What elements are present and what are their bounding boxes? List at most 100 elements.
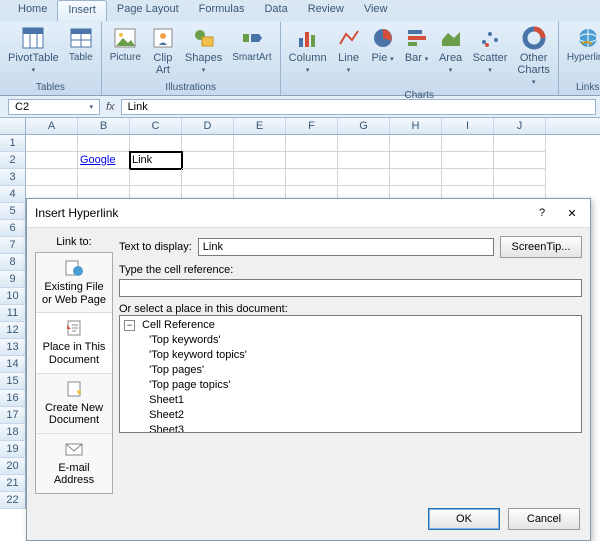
column-header-A[interactable]: A	[26, 118, 78, 134]
cell-I2[interactable]	[442, 152, 494, 169]
tree-leaf[interactable]: 'Top keyword topics'	[140, 348, 579, 363]
pivottable-button[interactable]: PivotTable ▾	[4, 24, 63, 77]
row-header-18[interactable]: 18	[0, 424, 26, 441]
cell-reference-input[interactable]	[119, 279, 582, 297]
row-header-1[interactable]: 1	[0, 135, 26, 152]
cell-G3[interactable]	[338, 169, 390, 186]
row-header-5[interactable]: 5	[0, 203, 26, 220]
table-button[interactable]: Table	[65, 24, 97, 65]
column-header-J[interactable]: J	[494, 118, 546, 134]
other-charts-button[interactable]: Other Charts ▾	[513, 24, 553, 89]
row-header-22[interactable]: 22	[0, 492, 26, 509]
column-header-D[interactable]: D	[182, 118, 234, 134]
cell-I1[interactable]	[442, 135, 494, 152]
column-header-G[interactable]: G	[338, 118, 390, 134]
tab-view[interactable]: View	[354, 0, 398, 21]
name-box[interactable]: C2 ▾	[8, 99, 100, 115]
tree-leaf[interactable]: Sheet2	[140, 408, 579, 423]
cell-D2[interactable]	[182, 152, 234, 169]
column-header-C[interactable]: C	[130, 118, 182, 134]
picture-button[interactable]: Picture	[106, 24, 145, 65]
formula-input[interactable]: Link	[121, 99, 596, 115]
line-chart-button[interactable]: Line ▾	[333, 24, 365, 77]
tree-leaf[interactable]: 'Top keywords'	[140, 333, 579, 348]
cell-J3[interactable]	[494, 169, 546, 186]
row-header-9[interactable]: 9	[0, 271, 26, 288]
row-header-6[interactable]: 6	[0, 220, 26, 237]
cell-D3[interactable]	[182, 169, 234, 186]
linkto-existing-file[interactable]: Existing File or Web Page	[36, 253, 112, 313]
cell-J2[interactable]	[494, 152, 546, 169]
cell-I3[interactable]	[442, 169, 494, 186]
hyperlink-button[interactable]: Hyperlink	[563, 24, 600, 65]
cell-A1[interactable]	[26, 135, 78, 152]
tree-leaf[interactable]: 'Top pages'	[140, 363, 579, 378]
cell-H3[interactable]	[390, 169, 442, 186]
area-chart-button[interactable]: Area ▾	[435, 24, 467, 77]
row-header-2[interactable]: 2	[0, 152, 26, 169]
row-header-12[interactable]: 12	[0, 322, 26, 339]
cell-B2[interactable]: Google	[78, 152, 130, 169]
row-header-11[interactable]: 11	[0, 305, 26, 322]
tree-leaf[interactable]: Sheet3	[140, 423, 579, 433]
cell-G1[interactable]	[338, 135, 390, 152]
row-header-8[interactable]: 8	[0, 254, 26, 271]
ok-button[interactable]: OK	[428, 508, 500, 530]
cell-F3[interactable]	[286, 169, 338, 186]
tab-page-layout[interactable]: Page Layout	[107, 0, 189, 21]
linkto-create-new[interactable]: Create New Document	[36, 374, 112, 434]
cell-C1[interactable]	[130, 135, 182, 152]
fx-icon[interactable]: fx	[100, 101, 121, 113]
cell-J1[interactable]	[494, 135, 546, 152]
scatter-chart-button[interactable]: Scatter ▾	[469, 24, 512, 77]
tree-node[interactable]: − Cell Reference 'Top keywords' 'Top key…	[124, 318, 579, 433]
select-all-corner[interactable]	[0, 118, 26, 134]
tab-formulas[interactable]: Formulas	[189, 0, 255, 21]
place-tree[interactable]: − Cell Reference 'Top keywords' 'Top key…	[119, 315, 582, 433]
row-header-20[interactable]: 20	[0, 458, 26, 475]
row-header-16[interactable]: 16	[0, 390, 26, 407]
cell-E2[interactable]	[234, 152, 286, 169]
cell-C3[interactable]	[130, 169, 182, 186]
tree-leaf[interactable]: Sheet1	[140, 393, 579, 408]
clipart-button[interactable]: Clip Art	[147, 24, 179, 78]
text-to-display-input[interactable]	[198, 238, 494, 256]
cell-H1[interactable]	[390, 135, 442, 152]
close-button[interactable]: ✕	[560, 204, 584, 222]
screentip-button[interactable]: ScreenTip...	[500, 236, 582, 258]
linkto-place-in-document[interactable]: Place in This Document	[36, 313, 112, 373]
smartart-button[interactable]: SmartArt	[228, 24, 275, 65]
cell-G2[interactable]	[338, 152, 390, 169]
cell-A3[interactable]	[26, 169, 78, 186]
tab-data[interactable]: Data	[254, 0, 297, 21]
row-header-14[interactable]: 14	[0, 356, 26, 373]
tab-home[interactable]: Home	[8, 0, 57, 21]
cell-C2[interactable]: Link	[130, 152, 182, 169]
linkto-email[interactable]: E-mail Address	[36, 434, 112, 493]
tree-leaf[interactable]: 'Top page topics'	[140, 378, 579, 393]
row-header-3[interactable]: 3	[0, 169, 26, 186]
bar-chart-button[interactable]: Bar ▾	[401, 24, 433, 66]
row-header-15[interactable]: 15	[0, 373, 26, 390]
row-header-10[interactable]: 10	[0, 288, 26, 305]
cell-B3[interactable]	[78, 169, 130, 186]
cell-D1[interactable]	[182, 135, 234, 152]
cell-E1[interactable]	[234, 135, 286, 152]
cell-B1[interactable]	[78, 135, 130, 152]
column-header-E[interactable]: E	[234, 118, 286, 134]
cell-F1[interactable]	[286, 135, 338, 152]
help-button[interactable]: ?	[530, 204, 554, 222]
column-header-F[interactable]: F	[286, 118, 338, 134]
shapes-button[interactable]: Shapes ▾	[181, 24, 226, 77]
row-header-7[interactable]: 7	[0, 237, 26, 254]
dialog-titlebar[interactable]: Insert Hyperlink ? ✕	[27, 199, 590, 228]
row-header-21[interactable]: 21	[0, 475, 26, 492]
tab-review[interactable]: Review	[298, 0, 354, 21]
row-header-4[interactable]: 4	[0, 186, 26, 203]
column-chart-button[interactable]: Column ▾	[285, 24, 331, 77]
tab-insert[interactable]: Insert	[57, 0, 107, 21]
row-header-17[interactable]: 17	[0, 407, 26, 424]
cell-E3[interactable]	[234, 169, 286, 186]
row-header-13[interactable]: 13	[0, 339, 26, 356]
cell-H2[interactable]	[390, 152, 442, 169]
